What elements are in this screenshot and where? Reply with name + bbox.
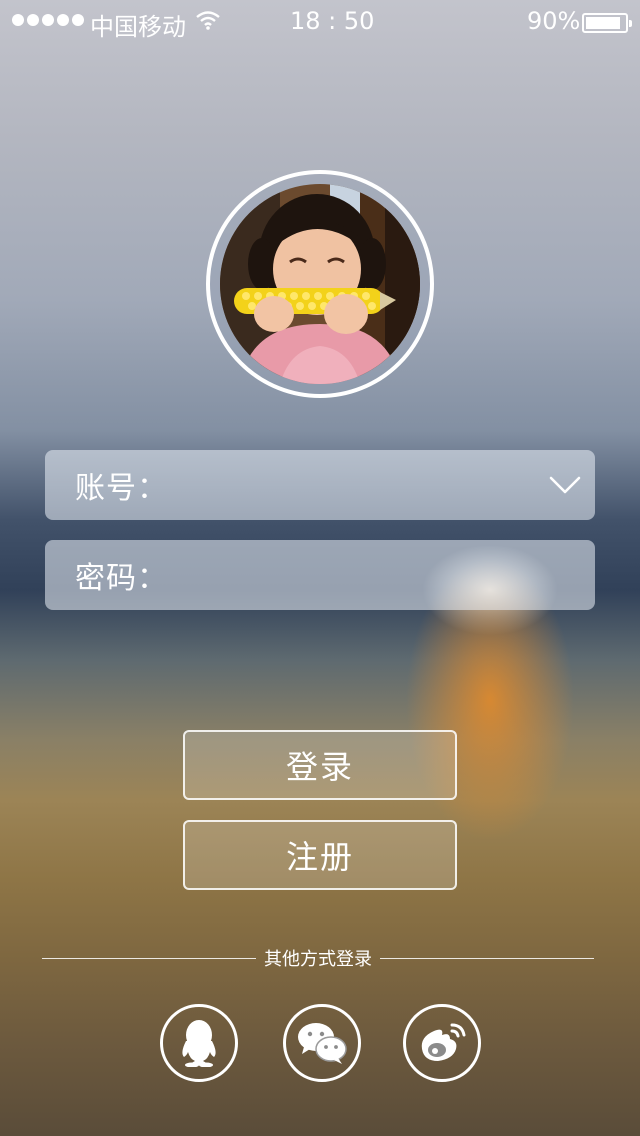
status-time: 18 : 50 (290, 7, 375, 35)
password-field[interactable]: 密码： (45, 540, 595, 610)
login-button[interactable]: 登录 (183, 730, 457, 800)
account-label: 账号： (75, 471, 168, 506)
other-login-label: 其他方式登录 (264, 949, 372, 970)
weibo-login-button[interactable] (403, 1004, 481, 1082)
account-field[interactable]: 账号： (45, 450, 595, 520)
weibo-icon (421, 1023, 466, 1061)
battery-percentage: 90% (527, 7, 581, 35)
divider-line-left (42, 957, 256, 959)
wechat-login-button[interactable] (283, 1004, 361, 1082)
password-input[interactable] (168, 540, 595, 610)
divider-line-right (380, 957, 594, 959)
register-button[interactable]: 注册 (183, 820, 457, 890)
chevron-down-icon[interactable] (535, 450, 595, 520)
carrier-name: 中国移动 (90, 13, 186, 41)
avatar[interactable] (220, 184, 420, 384)
other-login-divider: 其他方式登录 (42, 946, 594, 970)
qq-icon (182, 1020, 216, 1067)
wifi-icon (196, 11, 220, 30)
battery-icon (582, 13, 632, 33)
qq-login-button[interactable] (160, 1004, 238, 1082)
signal-strength-icon (12, 14, 84, 26)
status-bar: 中国移动 18 : 50 90% (0, 0, 640, 44)
account-input[interactable] (168, 450, 535, 520)
avatar-photo (220, 184, 420, 384)
password-label: 密码： (75, 561, 168, 596)
wechat-icon (298, 1023, 347, 1064)
